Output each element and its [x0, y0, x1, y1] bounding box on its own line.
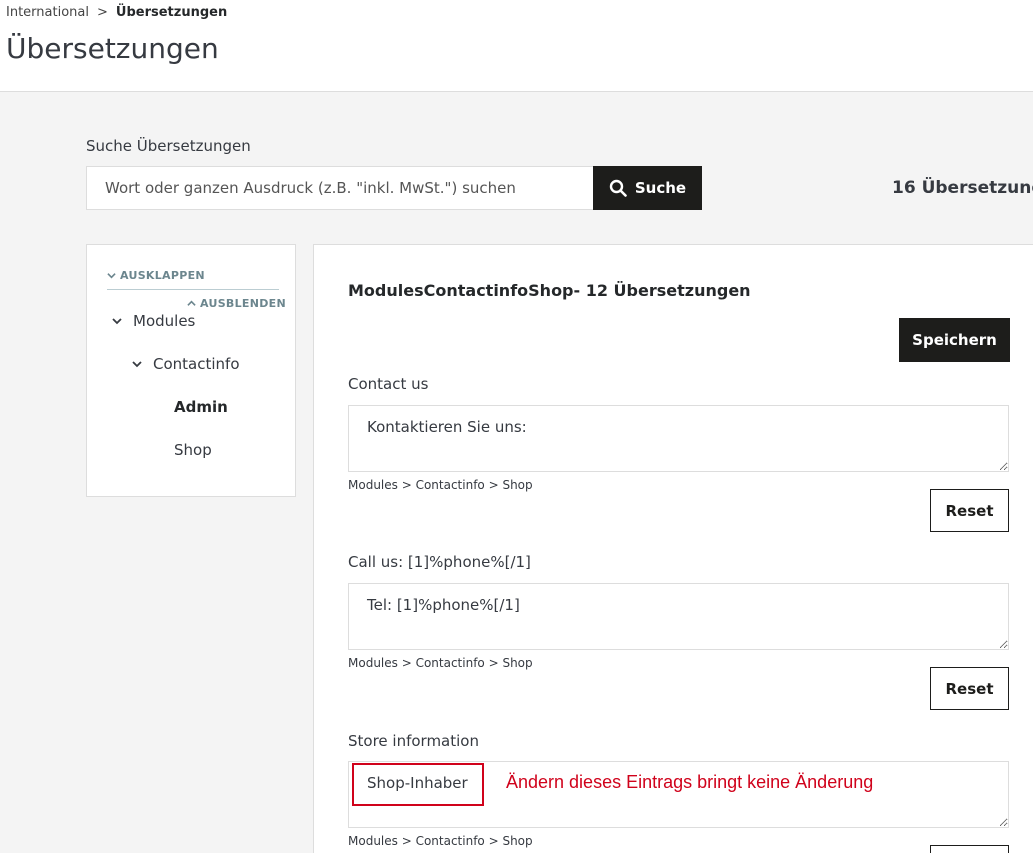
tree-node-shop[interactable]: Shop	[174, 441, 212, 459]
tree-node-admin[interactable]: Admin	[174, 398, 228, 416]
tree-node-label: Contactinfo	[153, 355, 240, 373]
annotation-text: Ändern dieses Eintrags bringt keine Ände…	[506, 772, 874, 792]
tree-panel: AUSKLAPPEN AUSBLENDEN Modules Contactinf…	[86, 244, 296, 497]
page-header: International > Übersetzungen Übersetzun…	[0, 0, 1033, 92]
search-button-label: Suche	[634, 179, 687, 197]
tree-node-label: Modules	[133, 312, 196, 330]
tree-node-modules[interactable]: Modules	[111, 312, 195, 330]
entry-path: Modules > Contactinfo > Shop	[348, 478, 533, 492]
reset-button[interactable]: Reset	[930, 667, 1009, 710]
breadcrumb: International > Übersetzungen	[6, 5, 227, 20]
section-title: ModulesContactinfoShop- 12 Übersetzungen	[348, 281, 751, 300]
entry-path: Modules > Contactinfo > Shop	[348, 656, 533, 670]
entry-label: Contact us	[348, 375, 429, 393]
translations-panel: ModulesContactinfoShop- 12 Übersetzungen…	[313, 244, 1033, 853]
tree-node-label: Admin	[174, 398, 228, 416]
page-title: Übersetzungen	[6, 32, 219, 65]
tree-node-contactinfo[interactable]: Contactinfo	[131, 355, 240, 373]
translation-field[interactable]: Tel: [1]%phone%[/1]	[348, 583, 1009, 650]
breadcrumb-separator: >	[96, 5, 108, 20]
breadcrumb-item-current: Übersetzungen	[115, 5, 228, 20]
search-icon	[609, 179, 627, 197]
result-count: 16 Übersetzungen	[892, 178, 1033, 198]
collapse-all-toggle[interactable]: AUSBLENDEN	[187, 297, 286, 310]
expand-all-label: AUSKLAPPEN	[120, 269, 205, 282]
breadcrumb-item-international[interactable]: International	[6, 5, 89, 20]
search-button[interactable]: Suche	[593, 166, 702, 210]
chevron-down-icon	[107, 273, 116, 279]
chevron-down-icon	[112, 318, 122, 325]
entry-path: Modules > Contactinfo > Shop	[348, 834, 533, 848]
translation-field[interactable]: Kontaktieren Sie uns:	[348, 405, 1009, 472]
tree-node-label: Shop	[174, 441, 212, 459]
chevron-down-icon	[132, 361, 142, 368]
expand-all-toggle[interactable]: AUSKLAPPEN	[107, 269, 279, 290]
reset-button[interactable]: Reset	[930, 489, 1009, 532]
collapse-all-label: AUSBLENDEN	[200, 297, 286, 310]
entry-label: Call us: [1]%phone%[/1]	[348, 553, 531, 571]
reset-button[interactable]: Reset	[930, 845, 1009, 853]
entry-label: Store information	[348, 732, 479, 750]
save-button[interactable]: Speichern	[899, 318, 1010, 362]
search-input[interactable]	[86, 166, 594, 210]
search-label: Suche Übersetzungen	[86, 137, 251, 155]
chevron-up-icon	[187, 300, 196, 306]
